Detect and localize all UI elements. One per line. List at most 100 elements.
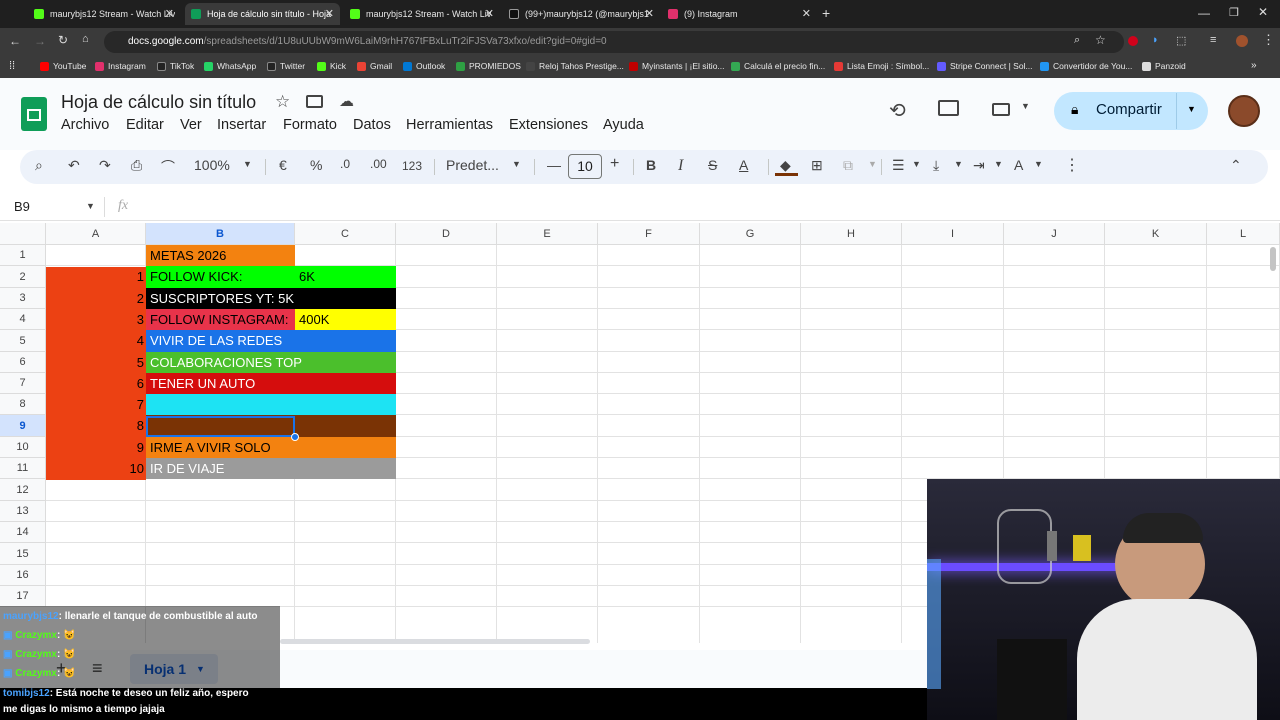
row-header-6[interactable]: 6 [0,352,46,373]
browser-tab-kick-2[interactable]: maurybjs12 Stream - Watch Liv ✕ [344,3,500,25]
extension-icon[interactable] [1128,36,1138,46]
text-color-button[interactable]: A [739,157,748,173]
close-icon[interactable]: ✕ [485,7,494,20]
back-icon[interactable]: ← [9,34,21,48]
row-header-16[interactable]: 16 [0,565,46,586]
row-header-9[interactable]: 9 [0,415,46,437]
menu-ayuda[interactable]: Ayuda [603,117,644,133]
vertical-align-icon[interactable]: ⤓ [933,157,939,174]
browser-tab-tiktok[interactable]: (99+)maurybjs12 (@maurybjs1 ✕ [503,3,660,25]
cell-a8[interactable]: 7 [46,394,146,415]
row-header-13[interactable]: 13 [0,501,46,522]
currency-format-button[interactable]: € [279,157,287,173]
name-box[interactable]: B9 [14,199,30,214]
chevron-down-icon[interactable]: ▼ [912,159,921,169]
bookmark-whatsapp[interactable]: WhatsApp [204,61,256,71]
cell-a6[interactable]: 5 [46,352,146,373]
bookmark-promiedos[interactable]: PROMIEDOS [456,61,521,71]
cell-b3[interactable]: SUSCRIPTORES YT: 5K [146,288,295,309]
select-all-corner[interactable] [0,223,46,245]
menu-archivo[interactable]: Archivo [61,117,109,133]
zoom-select[interactable]: 100% [194,157,230,173]
row-header-1[interactable]: 1 [0,245,46,266]
cell-b11[interactable]: IR DE VIAJE [146,458,295,479]
menu-datos[interactable]: Datos [353,117,391,133]
paint-format-icon[interactable]: ⌒ [161,157,175,177]
extensions-puzzle-icon[interactable]: ⬚ [1176,34,1186,47]
close-icon[interactable]: ✕ [645,7,654,20]
row-header-12[interactable]: 12 [0,479,46,501]
font-size-input[interactable]: 10 [568,154,602,179]
decrease-font-size-button[interactable]: — [547,157,561,173]
menu-extensiones[interactable]: Extensiones [509,117,588,133]
italic-button[interactable]: I [678,157,683,175]
cell-a11[interactable]: 10 [46,458,146,479]
chevron-down-icon[interactable]: ▼ [86,201,95,211]
text-rotation-icon[interactable]: A [1014,157,1023,173]
column-header-j[interactable]: J [1004,223,1105,245]
row-header-3[interactable]: 3 [0,288,46,309]
column-header-k[interactable]: K [1105,223,1207,245]
cell-c2[interactable]: 6K [295,266,396,288]
bookmark-panzoid[interactable]: Panzoid [1142,61,1186,71]
bookmark-reloj[interactable]: Reloj Tahos Prestige... [526,61,624,71]
merge-cells-icon[interactable]: ⧉ [843,157,853,174]
increase-decimal-button[interactable]: .00 [370,157,387,171]
chevron-down-icon[interactable]: ▼ [1021,101,1030,111]
forward-icon[interactable]: → [34,34,46,48]
row-header-14[interactable]: 14 [0,522,46,543]
cloud-status-icon[interactable]: ☁ [339,92,354,110]
row-header-8[interactable]: 8 [0,394,46,415]
search-menus-icon[interactable]: ⌕ [35,157,43,174]
bookmark-convertidor[interactable]: Convertidor de You... [1040,61,1132,71]
print-icon[interactable]: ⎙ [131,157,142,174]
star-icon[interactable]: ☆ [275,92,290,112]
column-header-a[interactable]: A [46,223,146,245]
cell-b8[interactable] [146,394,295,415]
chevron-down-icon[interactable]: ▼ [1187,104,1196,114]
cell-a4[interactable]: 3 [46,309,146,330]
chevron-down-icon[interactable]: ▼ [994,159,1003,169]
extension-icon[interactable]: ◗ [1152,34,1159,46]
cell-b2[interactable]: FOLLOW KICK: [146,266,295,288]
row-header-4[interactable]: 4 [0,309,46,330]
row-header-10[interactable]: 10 [0,437,46,458]
cell-b5[interactable]: VIVIR DE LAS REDES [146,330,295,352]
url-input[interactable]: docs.google.com/spreadsheets/d/1U8uUUbW9… [104,31,1124,53]
menu-ver[interactable]: Ver [180,117,202,133]
row-header-11[interactable]: 11 [0,458,46,479]
collapse-menus-icon[interactable]: ⌃ [1230,157,1242,174]
close-icon[interactable]: ✕ [165,7,174,20]
minimize-button[interactable]: — [1198,6,1210,20]
column-header-d[interactable]: D [396,223,497,245]
cell-a3[interactable]: 2 [46,288,146,309]
formula-input[interactable] [140,196,920,218]
chevron-down-icon[interactable]: ▼ [512,159,521,169]
bookmark-instagram[interactable]: Instagram [95,61,146,71]
browser-tab-instagram[interactable]: (9) Instagram ✕ [662,3,817,25]
cell-a2[interactable]: 1 [46,266,146,288]
number-format-button[interactable]: 123 [402,159,422,173]
bookmark-kick[interactable]: Kick [317,61,346,71]
bookmark-emoji[interactable]: Lista Emoji : Símbol... [834,61,929,71]
video-call-icon[interactable] [992,103,1010,116]
close-icon[interactable]: ✕ [802,7,811,20]
vertical-scrollbar[interactable] [1270,247,1276,271]
chevron-down-icon[interactable]: ▼ [954,159,963,169]
row-header-17[interactable]: 17 [0,586,46,607]
bold-button[interactable]: B [646,157,656,173]
apps-grid-icon[interactable]: ⁞⁞ [9,60,15,72]
comments-icon[interactable] [938,100,959,116]
browser-tab-kick-1[interactable]: maurybjs12 Stream - Watch Liv ✕ [28,3,180,25]
chevron-down-icon[interactable]: ▼ [243,159,252,169]
zoom-icon[interactable]: ⌕ [1074,34,1080,47]
row-header-5[interactable]: 5 [0,330,46,352]
close-icon[interactable]: ✕ [325,7,334,20]
row-header-7[interactable]: 7 [0,373,46,394]
fill-handle[interactable] [291,433,299,441]
menu-editar[interactable]: Editar [126,117,164,133]
column-header-l[interactable]: L [1207,223,1280,245]
cell-a7[interactable]: 6 [46,373,146,394]
percent-format-button[interactable]: % [310,157,322,173]
bookmark-gmail[interactable]: Gmail [357,61,392,71]
